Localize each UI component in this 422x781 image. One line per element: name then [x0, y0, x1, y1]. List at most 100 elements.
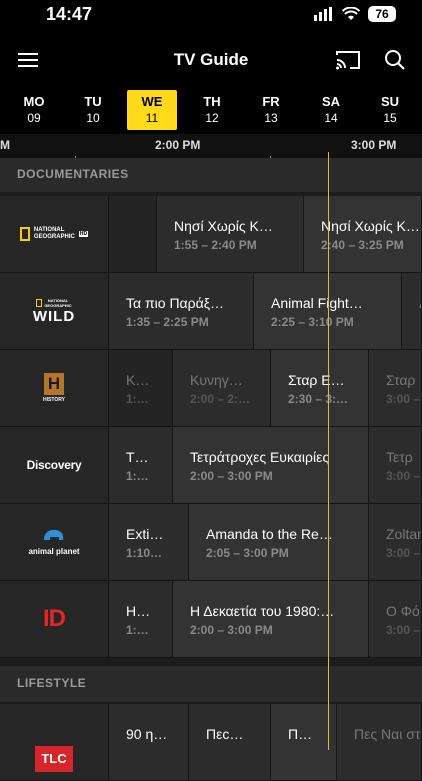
program-cell[interactable]: Τετρ 3:00 –	[369, 427, 422, 503]
day-friday[interactable]: FR 13	[246, 90, 296, 130]
program-time: 1:35 – 2:25 PM	[126, 315, 209, 329]
program-time: 2:05 – 3:00 PM	[206, 546, 289, 560]
history-logo: H HISTORY	[43, 373, 65, 403]
search-icon[interactable]	[381, 46, 409, 74]
program-cell[interactable]: Τετράτροχες Ευκαιρίες 2:00 – 3:00 PM	[173, 427, 369, 503]
program-cell[interactable]	[109, 196, 157, 272]
program-title: Animal Fight…	[271, 295, 363, 311]
program-cell[interactable]: Νησί Χωρίς Κ… 1:55 – 2:40 PM	[157, 196, 304, 272]
channel-logo-history[interactable]: H HISTORY	[0, 350, 109, 426]
program-cell[interactable]: Η Δεκαετία του 1980:… 2:00 – 3:00 PM	[173, 581, 369, 657]
day-date: 11	[145, 111, 159, 125]
logo-main: WILD	[32, 307, 76, 325]
program-cell[interactable]: Πεc…	[189, 704, 271, 780]
program-time: 3:00 –	[386, 392, 421, 406]
day-name: TH	[203, 94, 221, 109]
program-title: A	[419, 295, 421, 311]
day-date: 12	[205, 111, 219, 125]
program-cell[interactable]: Κυνηγ… 2:00 – 2:…	[173, 350, 271, 426]
channel-logo-discovery[interactable]: Discovery	[0, 427, 109, 503]
program-title: Τετράτροχες Ευκαιρίες	[190, 449, 330, 465]
day-thursday[interactable]: TH 12	[187, 90, 237, 130]
program-title: Κ…	[126, 372, 150, 388]
animal-planet-logo: animal planet	[28, 528, 80, 556]
day-date: 15	[383, 111, 397, 125]
channel-logo-natgeo-wild[interactable]: NATIONAL GEOGRAPHIC WILD	[0, 273, 109, 349]
program-cell[interactable]: A	[402, 273, 422, 349]
channel-row-tlc: TLC 90 η… Πεc… Π… Πες Ναι στ	[0, 704, 422, 781]
current-time-indicator	[328, 152, 329, 750]
history-shield-icon: H	[43, 373, 64, 395]
program-title: 90 η…	[126, 726, 168, 742]
section-header-documentaries: DOCUMENTARIES	[0, 158, 422, 192]
program-cell[interactable]: Ο Φό 3:00 –	[369, 581, 422, 657]
section-header-lifestyle: LIFESTYLE	[0, 666, 422, 702]
channel-logo-animal-planet[interactable]: animal planet	[0, 504, 109, 580]
channel-row-national-geographic: NATIONAL GEOGRAPHIC HD Νησί Χωρίς Κ… 1:55…	[0, 196, 422, 273]
program-time: 1:…	[126, 469, 149, 483]
discovery-logo: Discovery	[26, 458, 82, 472]
time-label-partial: M	[0, 138, 10, 152]
section-label: LIFESTYLE	[17, 676, 87, 690]
day-selector: MO 09 TU 10 WE 11 TH 12 FR 13 SA 14 SU 15	[0, 86, 422, 134]
program-cell[interactable]: 90 η…	[109, 704, 189, 780]
program-cell[interactable]: Η… 1:…	[109, 581, 173, 657]
day-name: TU	[84, 94, 102, 109]
day-saturday[interactable]: SA 14	[306, 90, 356, 130]
wifi-icon	[342, 7, 360, 20]
program-cell[interactable]: Exti… 1:10…	[109, 504, 189, 580]
day-tuesday[interactable]: TU 10	[68, 90, 118, 130]
day-sunday[interactable]: SU 15	[365, 90, 415, 130]
status-time: 14:47	[46, 4, 93, 24]
day-name: MO	[23, 94, 45, 109]
program-cell[interactable]: Amanda to the Re… 2:05 – 3:00 PM	[189, 504, 369, 580]
program-cell[interactable]: Πες Ναι στ	[337, 704, 422, 780]
day-name: FR	[262, 94, 280, 109]
day-monday[interactable]: MO 09	[9, 90, 59, 130]
channel-row-discovery: Discovery Τ… 1:… Τετράτροχες Ευκαιρίες 2:0…	[0, 427, 422, 504]
channel-logo-investigation-discovery[interactable]: ID	[0, 581, 109, 657]
time-label-2pm: 2:00 PM	[155, 138, 201, 152]
program-title: Zoltan	[386, 526, 422, 542]
channel-logo-national-geographic[interactable]: NATIONAL GEOGRAPHIC HD	[0, 196, 109, 272]
program-time: 1:…	[126, 392, 149, 406]
program-cell[interactable]: Τα πιο Παράξ… 1:35 – 2:25 PM	[109, 273, 254, 349]
cast-icon[interactable]	[334, 46, 362, 74]
program-time: 2:25 – 3:10 PM	[271, 315, 354, 329]
natgeo-frame-icon	[36, 298, 43, 307]
elephant-icon	[44, 529, 64, 540]
program-title: Πεc…	[206, 726, 244, 742]
program-cell[interactable]: Σταρ 3:00 –	[369, 350, 422, 426]
program-title: Νησί Χωρίς Κ…	[321, 218, 420, 234]
program-title: Η…	[126, 603, 151, 619]
program-time: 2:40 – 3:25 PM	[321, 238, 404, 252]
natgeo-frame-icon	[19, 227, 30, 241]
top-bar: TV Guide	[0, 30, 422, 86]
program-title: Τετρ	[386, 449, 413, 465]
section-label: DOCUMENTARIES	[17, 167, 129, 181]
program-title: Η Δεκαετία του 1980:…	[190, 603, 335, 619]
program-title: Τα πιο Παράξ…	[126, 295, 224, 311]
natgeo-wild-logo: NATIONAL GEOGRAPHIC WILD	[33, 298, 75, 325]
program-time: 3:00 –	[386, 469, 421, 483]
program-cell[interactable]: Zoltan 3:00 –	[369, 504, 422, 580]
day-date: 14	[324, 111, 338, 125]
program-cell[interactable]: Κ… 1:…	[109, 350, 173, 426]
day-name: WE	[141, 94, 163, 109]
hd-badge: HD	[78, 231, 89, 237]
logo-line2: GEOGRAPHIC	[33, 234, 75, 240]
channel-row-animal-planet: animal planet Exti… 1:10… Amanda to the R…	[0, 504, 422, 581]
day-wednesday[interactable]: WE 11	[127, 90, 177, 130]
program-title: Κυνηγ…	[190, 372, 243, 388]
program-cell[interactable]: Νησί Χωρίς Κ… 2:40 – 3:25 PM	[304, 196, 422, 272]
logo-line2: GEOGRAPHIC	[44, 302, 72, 308]
program-cell[interactable]: Τ… 1:…	[109, 427, 173, 503]
day-date: 13	[264, 111, 278, 125]
program-title: Ο Φό	[386, 603, 420, 619]
channel-logo-tlc[interactable]: TLC	[0, 704, 109, 780]
program-time: 2:00 – 2:…	[190, 392, 251, 406]
program-cell[interactable]: Σταρ Ε… 2:30 – 3:…	[271, 350, 369, 426]
status-icons: 76	[314, 6, 396, 22]
program-title: Σταρ	[386, 372, 416, 388]
program-title: Νησί Χωρίς Κ…	[174, 218, 273, 234]
